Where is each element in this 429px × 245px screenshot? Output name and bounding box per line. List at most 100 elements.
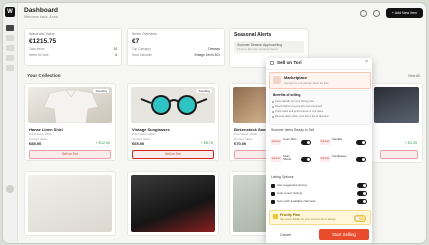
stat-value: €1215.75 [29, 38, 57, 45]
stat-card-overview: Items Overview €7 Top Category Dresses Mo… [127, 28, 225, 66]
option-toggle[interactable] [357, 191, 367, 196]
option-label: Sync with available channels [277, 199, 316, 203]
item-card[interactable]: Trending Hanaz Linen Shirt Purchased: 20… [24, 83, 116, 161]
app-window: W Dashboard Welcome back, Anna + Add New… [3, 3, 426, 243]
stat-row-label: Total Items [29, 47, 45, 51]
option-checkbox[interactable] [271, 183, 275, 188]
item-image-jacket [131, 175, 215, 232]
stat-row-value: Dresses [208, 47, 220, 51]
stat-row: Items for Sale 6 [29, 53, 117, 57]
season-tag: Summer [320, 156, 330, 162]
cancel-button[interactable]: Cancel [280, 233, 291, 237]
stat-row-label: Most Valuable [132, 53, 152, 57]
marketplace-desc: Connect to our partner store for free [284, 81, 329, 85]
benefits-title: Benefits of selling [273, 93, 301, 97]
item-price: €70.00 [234, 141, 247, 146]
stat-row-label: Top Category [132, 47, 151, 51]
ready-item: Summer Sunglasses [320, 154, 368, 164]
alert-item[interactable]: Summer Season Approaching Time to list y… [234, 41, 304, 53]
stat-card-wardrobe: Wardrobe Value €1215.75 Total Items 24 It… [24, 28, 122, 66]
item-card[interactable]: Trending Vintage Sunglasses Purchased: 2… [127, 83, 219, 161]
dialog-header: Sell on Tori × [266, 58, 372, 70]
option-label: Use suggested pricing [277, 183, 307, 187]
view-all-link[interactable]: View All [408, 74, 420, 78]
stat-row: Total Items 24 [29, 47, 117, 51]
stat-label: Wardrobe Value [29, 32, 55, 36]
start-selling-button[interactable]: Start Selling [319, 229, 369, 240]
option-toggle[interactable] [357, 183, 367, 188]
item-card[interactable] [127, 171, 219, 236]
marketplace-title: Marketplace [284, 75, 308, 80]
sell-on-tori-button[interactable]: Sell on Tori [29, 150, 111, 159]
page-title: Dashboard [24, 7, 58, 14]
benefit-item: Automatically set your listing price [271, 100, 315, 103]
stat-row: Top Category Dresses [132, 47, 220, 51]
sidebar-rail: W [3, 3, 18, 243]
alerts-title: Seasonal Alerts [234, 32, 272, 38]
sell-on-tori-dialog: Sell on Tori × Marketplace Connect to ou… [266, 58, 372, 243]
marketplace-option[interactable]: Marketplace Connect to our partner store… [269, 72, 371, 89]
bell-icon[interactable] [373, 10, 380, 17]
listing-options-title: Listing Options [271, 175, 294, 179]
ready-items-title: Summer Items Ready to Sell [271, 128, 315, 132]
priority-desc: Get more visibility for your summer item… [280, 218, 336, 221]
star-icon [273, 214, 278, 219]
benefit-item: Reach fashion buyers who are interested [271, 105, 323, 108]
benefit-item: Track sales and performance in one place [271, 110, 324, 113]
ready-item-toggle[interactable] [301, 140, 311, 145]
benefits-box: Benefits of selling Automatically set yo… [269, 90, 371, 125]
marketplace-icon [273, 76, 281, 84]
item-image-dress [28, 175, 112, 232]
ready-item: Summer Sandals [320, 137, 368, 147]
trending-badge: Trending [196, 89, 212, 93]
help-icon[interactable] [6, 185, 14, 193]
stat-label: Items Overview [132, 32, 157, 36]
item-change: + €12.50 [95, 141, 110, 145]
item-purchased: Purchased: 2021 [29, 132, 52, 136]
ready-item-toggle[interactable] [301, 157, 311, 162]
alert-item-sub: Time to list your summer items [237, 47, 278, 51]
ready-item-toggle[interactable] [356, 157, 366, 162]
listing-option: Sync with available channels [271, 199, 367, 205]
sell-on-tori-button[interactable] [380, 150, 418, 159]
dialog-title: Sell on Tori [277, 60, 302, 65]
ready-item: Summer Swim Shorts [271, 154, 319, 164]
stat-row-value: Vintage Levi's 501 [194, 53, 220, 57]
tag-icon[interactable] [6, 45, 14, 51]
stat-row-value: 6 [115, 53, 117, 57]
option-checkbox[interactable] [271, 191, 275, 196]
settings-icon[interactable] [6, 65, 14, 71]
stat-row-label: Items for Sale [29, 53, 49, 57]
app-logo: W [5, 7, 15, 17]
season-tag: Summer [320, 139, 330, 145]
chart-icon[interactable] [6, 55, 14, 61]
collection-title: Your Collection [27, 73, 61, 78]
ready-item-name: Swim Shorts [283, 154, 292, 162]
item-change: + €2.25 [404, 141, 417, 145]
item-price: €85.00 [29, 141, 42, 146]
grid-icon[interactable] [6, 35, 14, 41]
search-icon[interactable] [360, 10, 367, 17]
trending-badge: Trending [93, 89, 109, 93]
ready-item: Summer Linen Shirt [271, 137, 319, 147]
page-header: Dashboard Welcome back, Anna [24, 7, 58, 19]
sell-on-tori-button-selected[interactable]: Sell on Tori [132, 150, 214, 159]
option-toggle[interactable] [357, 199, 367, 204]
close-icon[interactable]: × [365, 59, 368, 65]
item-change: + €8.75 [200, 141, 213, 145]
listing-option: Use suggested pricing [271, 183, 367, 189]
store-icon [270, 61, 274, 65]
home-icon[interactable] [6, 25, 14, 31]
add-new-item-button[interactable]: + Add New Item [386, 8, 423, 18]
item-image-peek [374, 87, 419, 123]
season-tag: Summer [271, 139, 281, 145]
ready-item-toggle[interactable] [356, 140, 366, 145]
listing-option: Auto-renew listings [271, 191, 367, 197]
priority-plan-box: Priority Plan Get more visibility for yo… [269, 210, 371, 225]
item-card[interactable] [24, 171, 116, 236]
item-purchased: Purchased: 2022 [132, 132, 155, 136]
ready-item-name: Sandals [332, 137, 343, 141]
priority-toggle[interactable] [354, 215, 366, 222]
ready-item-name: Sunglasses [332, 154, 347, 158]
option-checkbox[interactable] [271, 199, 275, 204]
